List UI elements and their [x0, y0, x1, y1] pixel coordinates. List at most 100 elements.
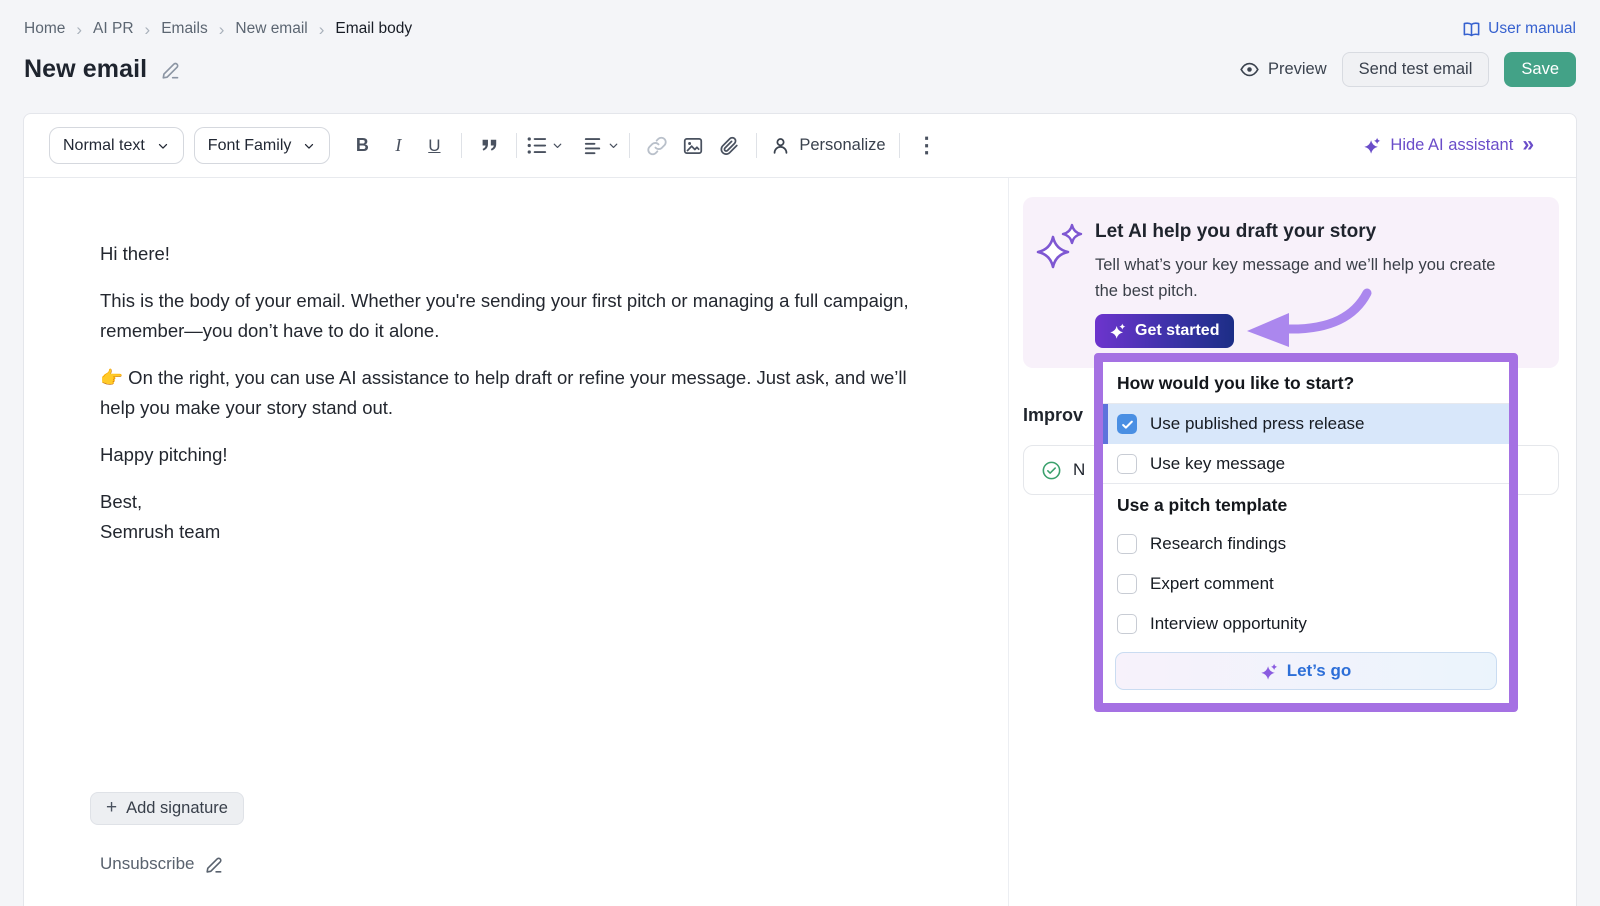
- edit-title-button[interactable]: [160, 59, 181, 80]
- person-icon: [770, 135, 791, 156]
- checkbox-checked[interactable]: [1117, 414, 1137, 434]
- improve-section-heading: Improv: [1023, 405, 1083, 426]
- attach-file-button[interactable]: [711, 128, 747, 164]
- italic-button[interactable]: I: [380, 128, 416, 164]
- ai-sparkles-icon: [1036, 221, 1084, 273]
- double-chevron-right-icon: »: [1522, 134, 1532, 157]
- bullet-list-icon: [526, 134, 549, 157]
- insert-image-button[interactable]: [675, 128, 711, 164]
- check-result-label: N: [1073, 460, 1085, 480]
- unsubscribe-label: Unsubscribe: [100, 854, 195, 874]
- signoff-line: Best,: [100, 487, 912, 517]
- preview-label: Preview: [1268, 60, 1327, 79]
- eye-icon: [1239, 59, 1260, 80]
- breadcrumb-new-email[interactable]: New email: [235, 20, 307, 38]
- email-body-editor[interactable]: Hi there! This is the body of your email…: [100, 239, 912, 547]
- sparkle-icon: [1110, 323, 1126, 339]
- breadcrumb-current: Email body: [335, 20, 412, 38]
- start-menu-header: How would you like to start?: [1103, 362, 1509, 404]
- sparkle-icon: [1261, 663, 1278, 680]
- top-bar: Home › AI PR › Emails › New email › Emai…: [24, 16, 1576, 42]
- option-use-published-press-release[interactable]: Use published press release: [1103, 404, 1509, 444]
- option-label: Research findings: [1150, 534, 1286, 554]
- header-actions: Preview Send test email Save: [1239, 52, 1576, 87]
- panel-divider: [1008, 178, 1009, 906]
- font-family-value: Font Family: [208, 137, 292, 155]
- toolbar-divider: [629, 133, 630, 158]
- font-family-select[interactable]: Font Family: [194, 127, 331, 164]
- option-interview-opportunity[interactable]: Interview opportunity: [1103, 604, 1509, 644]
- checkbox-unchecked[interactable]: [1117, 534, 1137, 554]
- add-signature-button[interactable]: + Add signature: [90, 792, 244, 825]
- breadcrumb-separator: ›: [319, 21, 325, 38]
- option-research-findings[interactable]: Research findings: [1103, 524, 1509, 564]
- checkbox-unchecked[interactable]: [1117, 454, 1137, 474]
- email-signoff: Best, Semrush team: [100, 487, 912, 547]
- more-options-button[interactable]: ⋮: [909, 128, 945, 164]
- toolbar-divider: [899, 133, 900, 158]
- toolbar-divider: [516, 133, 517, 158]
- personalize-label: Personalize: [799, 136, 885, 155]
- send-test-email-button[interactable]: Send test email: [1342, 52, 1490, 87]
- hide-ai-assistant-button[interactable]: Hide AI assistant »: [1364, 134, 1532, 157]
- quote-icon: [478, 134, 501, 157]
- page-title: New email: [24, 55, 147, 84]
- sparkle-icon: [1364, 137, 1381, 154]
- image-icon: [682, 135, 704, 157]
- unsubscribe-link[interactable]: Unsubscribe: [100, 854, 224, 874]
- email-paragraph: This is the body of your email. Whether …: [100, 286, 912, 346]
- option-use-key-message[interactable]: Use key message: [1103, 444, 1509, 484]
- option-expert-comment[interactable]: Expert comment: [1103, 564, 1509, 604]
- signoff-line: Semrush team: [100, 517, 912, 547]
- get-started-button[interactable]: Get started: [1095, 314, 1234, 348]
- checkbox-unchecked[interactable]: [1117, 574, 1137, 594]
- user-manual-link[interactable]: User manual: [1462, 20, 1576, 39]
- option-label: Use key message: [1150, 454, 1285, 474]
- paperclip-icon: [718, 135, 740, 157]
- check-circle-icon: [1041, 460, 1062, 481]
- save-button[interactable]: Save: [1504, 52, 1576, 87]
- align-left-icon: [582, 134, 605, 157]
- pencil-icon: [160, 59, 181, 80]
- bullet-list-dropdown[interactable]: [526, 134, 564, 157]
- email-paragraph: 👉 On the right, you can use AI assistanc…: [100, 363, 912, 423]
- get-started-label: Get started: [1135, 322, 1219, 340]
- chevron-down-icon: [302, 139, 316, 153]
- chevron-down-icon: [156, 139, 170, 153]
- option-label: Interview opportunity: [1150, 614, 1307, 634]
- underline-button[interactable]: U: [416, 128, 452, 164]
- option-label: Use published press release: [1150, 414, 1365, 434]
- text-style-select[interactable]: Normal text: [49, 127, 184, 164]
- breadcrumb-separator: ›: [145, 21, 151, 38]
- lets-go-button[interactable]: Let’s go: [1115, 652, 1497, 690]
- toolbar-divider: [756, 133, 757, 158]
- breadcrumb-ai-pr[interactable]: AI PR: [93, 20, 133, 38]
- formatting-toolbar: Normal text Font Family B I U: [24, 114, 1576, 178]
- pitch-template-section-header: Use a pitch template: [1103, 484, 1509, 524]
- plus-icon: +: [106, 798, 117, 819]
- chevron-down-icon: [551, 139, 564, 152]
- ai-card-subtitle: Tell what’s your key message and we’ll h…: [1095, 252, 1507, 304]
- lets-go-label: Let’s go: [1287, 661, 1352, 681]
- breadcrumb-separator: ›: [76, 21, 82, 38]
- text-style-value: Normal text: [63, 137, 145, 155]
- link-icon: [646, 135, 668, 157]
- ai-start-menu: How would you like to start? Use publish…: [1094, 353, 1518, 712]
- email-paragraph: Happy pitching!: [100, 440, 912, 470]
- breadcrumb-emails[interactable]: Emails: [161, 20, 208, 38]
- insert-link-button[interactable]: [639, 128, 675, 164]
- title-row: New email Preview Send test email Save: [24, 50, 1576, 88]
- breadcrumb-separator: ›: [219, 21, 225, 38]
- option-label: Expert comment: [1150, 574, 1274, 594]
- blockquote-button[interactable]: [471, 128, 507, 164]
- checkbox-unchecked[interactable]: [1117, 614, 1137, 634]
- alignment-dropdown[interactable]: [582, 134, 620, 157]
- chevron-down-icon: [607, 139, 620, 152]
- check-icon: [1120, 417, 1135, 432]
- breadcrumb-home[interactable]: Home: [24, 20, 65, 38]
- preview-button[interactable]: Preview: [1239, 59, 1327, 80]
- bold-button[interactable]: B: [344, 128, 380, 164]
- pencil-icon: [204, 854, 224, 874]
- ai-card-title: Let AI help you draft your story: [1095, 221, 1376, 243]
- personalize-button[interactable]: Personalize: [766, 135, 889, 156]
